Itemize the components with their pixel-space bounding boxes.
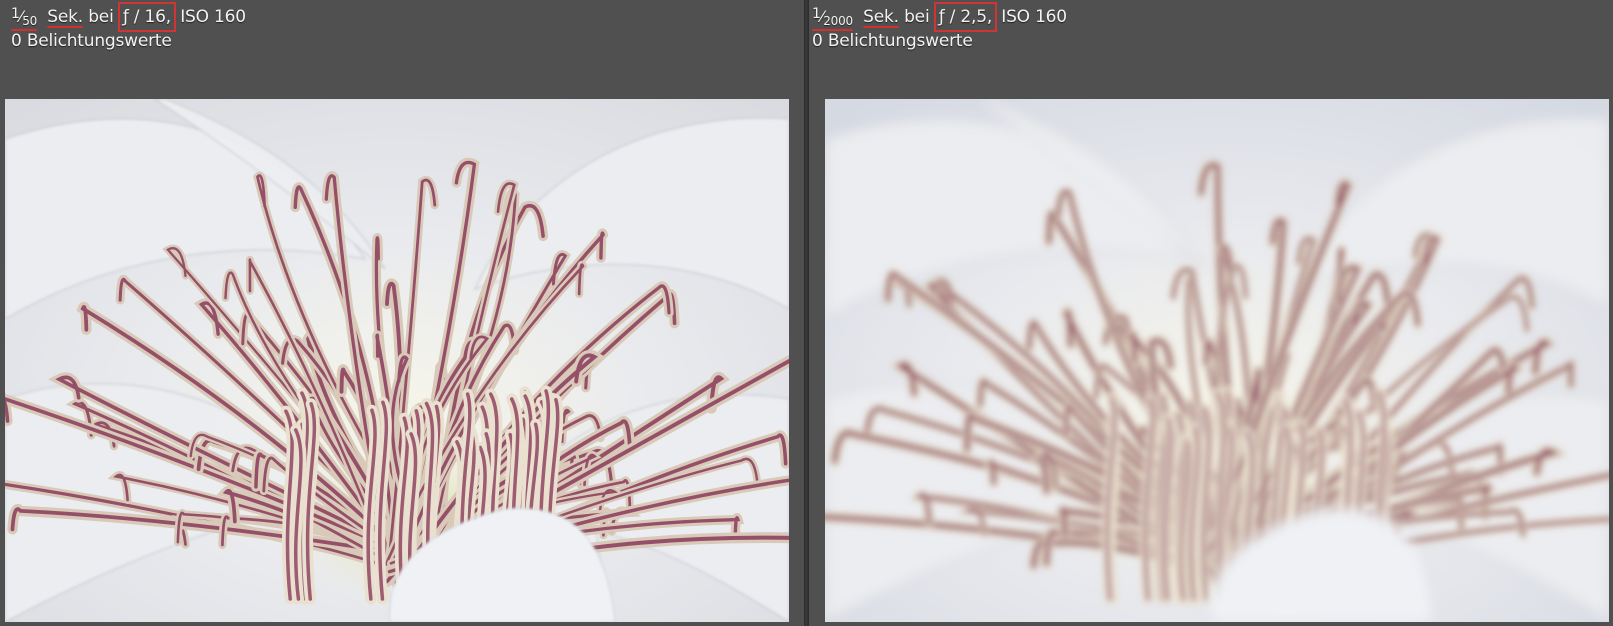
left-exposure-value: 0 Belichtungswerte <box>11 31 172 51</box>
right-sek-label: Sek. <box>863 7 899 27</box>
left-aperture-highlight: ƒ / 16, <box>117 2 176 32</box>
left-photo[interactable] <box>5 99 789 622</box>
left-flower-image <box>5 99 789 622</box>
right-aperture-highlight: ƒ / 2,5, <box>933 2 998 32</box>
left-bei-label: bei <box>88 7 114 27</box>
right-exposure-value: 0 Belichtungswerte <box>812 31 973 51</box>
compare-view: 1⁄50 Sek. bei ƒ / 16, ISO 160 0 Belichtu… <box>0 0 1613 626</box>
right-exposure-line: 1⁄2000 Sek. bei ƒ / 2,5, ISO 160 <box>812 2 1067 32</box>
left-shutter-speed: 1⁄50 <box>11 6 38 31</box>
right-iso: ISO 160 <box>1001 7 1067 27</box>
right-photo[interactable] <box>825 99 1609 622</box>
left-exif-info: 1⁄50 Sek. bei ƒ / 16, ISO 160 0 Belichtu… <box>11 2 246 53</box>
right-bei-label: bei <box>904 7 930 27</box>
left-exposure-line: 1⁄50 Sek. bei ƒ / 16, ISO 160 <box>11 2 246 32</box>
right-exif-info: 1⁄2000 Sek. bei ƒ / 2,5, ISO 160 0 Belic… <box>812 2 1067 53</box>
right-compare-panel[interactable]: 1⁄2000 Sek. bei ƒ / 2,5, ISO 160 0 Belic… <box>809 0 1613 626</box>
right-aperture: ƒ / 2,5, <box>938 7 993 27</box>
left-iso: ISO 160 <box>180 7 246 27</box>
left-aperture: ƒ / 16, <box>122 7 171 27</box>
right-flower-image <box>825 99 1609 622</box>
left-sek-label: Sek. <box>47 7 83 27</box>
right-shutter-speed: 1⁄2000 <box>812 6 853 31</box>
left-compare-panel[interactable]: 1⁄50 Sek. bei ƒ / 16, ISO 160 0 Belichtu… <box>0 0 804 626</box>
